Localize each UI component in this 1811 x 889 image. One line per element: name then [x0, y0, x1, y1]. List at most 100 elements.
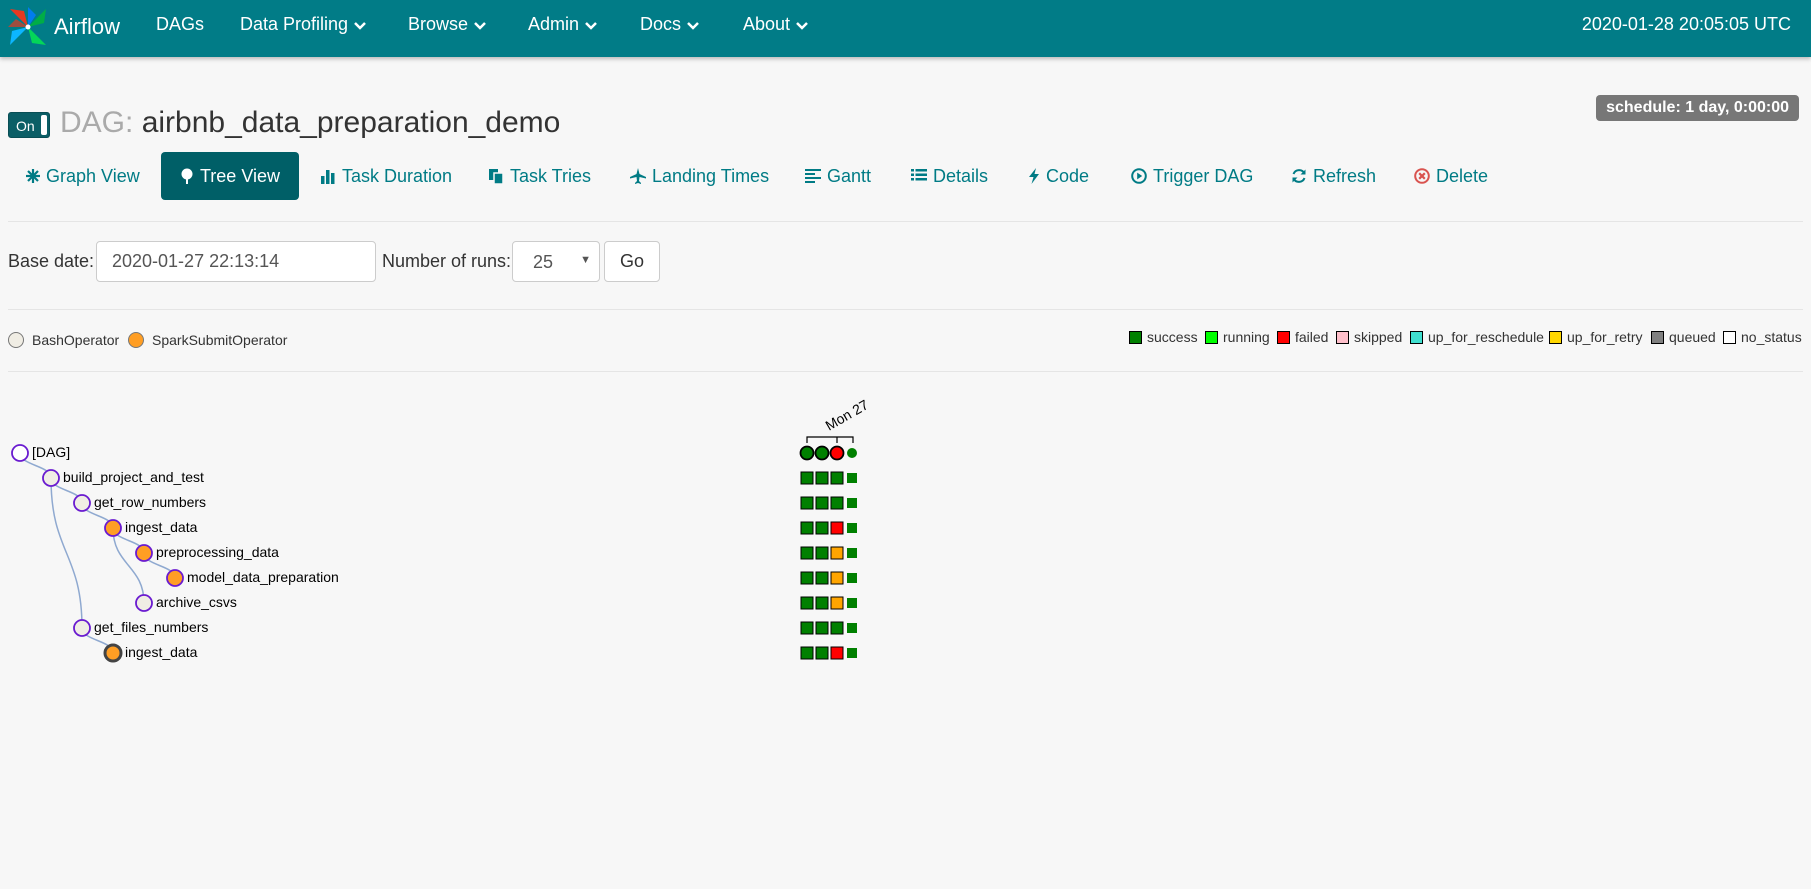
dag-run-circle[interactable]	[814, 445, 830, 461]
task-instance-square[interactable]	[830, 546, 844, 560]
task-instance-square[interactable]	[830, 646, 844, 660]
tab-gantt-label: Gantt	[827, 165, 872, 186]
task-label[interactable]: ingest_data	[125, 519, 197, 535]
nav-admin[interactable]: Admin	[528, 14, 597, 35]
task-instance-square[interactable]	[847, 498, 857, 508]
page-title: DAG: airbnb_data_preparation_demo	[60, 106, 560, 140]
task-instance-square[interactable]	[800, 571, 814, 585]
task-instance-square[interactable]	[800, 471, 814, 485]
dag-run-circle[interactable]	[829, 445, 845, 461]
tree-node[interactable]	[73, 494, 91, 512]
nav-about-label: About	[743, 14, 791, 34]
task-instance-square[interactable]	[815, 646, 829, 660]
task-label[interactable]: build_project_and_test	[63, 469, 204, 485]
task-instance-square[interactable]	[800, 621, 814, 635]
task-instance-square[interactable]	[830, 621, 844, 635]
tab-tree-view[interactable]: Tree View	[161, 152, 299, 200]
task-instance-square[interactable]	[830, 521, 844, 535]
task-instance-square[interactable]	[815, 621, 829, 635]
task-instance-square[interactable]	[847, 548, 857, 558]
tab-trigger-dag[interactable]: Trigger DAG	[1131, 152, 1253, 200]
tab-code[interactable]: Code	[1028, 152, 1089, 200]
state-color-swatch	[1723, 330, 1736, 344]
tab-landing-times[interactable]: Landing Times	[630, 152, 769, 200]
task-instance-square[interactable]	[815, 521, 829, 535]
task-label[interactable]: archive_csvs	[156, 594, 237, 610]
task-instance-square[interactable]	[800, 521, 814, 535]
tree-link	[112, 527, 145, 604]
state-color-swatch	[1129, 330, 1142, 344]
state-legend-queued: queued	[1651, 329, 1716, 345]
dag-run-circle[interactable]	[847, 448, 857, 458]
tree-node[interactable]	[73, 619, 91, 637]
task-label[interactable]: [DAG]	[32, 444, 70, 460]
dag-pause-toggle[interactable]: On	[8, 112, 50, 138]
duplicate-icon	[488, 168, 504, 184]
tab-trigger-dag-label: Trigger DAG	[1153, 165, 1254, 186]
task-instance-square[interactable]	[800, 596, 814, 610]
task-instance-square[interactable]	[847, 648, 857, 658]
task-instance-square[interactable]	[800, 646, 814, 660]
state-name: no_status	[1741, 329, 1802, 345]
date-header: Mon 27	[806, 396, 871, 443]
tab-details[interactable]: Details	[911, 152, 988, 200]
state-name: skipped	[1354, 329, 1403, 345]
task-instance-square[interactable]	[847, 598, 857, 608]
task-instance-square[interactable]	[830, 596, 844, 610]
tree-node[interactable]	[135, 544, 153, 562]
task-label[interactable]: ingest_data	[125, 644, 197, 660]
state-legend-running: running	[1205, 329, 1270, 345]
task-instance-square[interactable]	[815, 471, 829, 485]
task-instance-square[interactable]	[815, 546, 829, 560]
chevron-down-icon	[585, 14, 597, 35]
state-name: up_for_retry	[1567, 329, 1643, 345]
select-arrow-icon: ▼	[580, 254, 591, 266]
nav-browse[interactable]: Browse	[408, 14, 486, 35]
task-instance-square[interactable]	[847, 573, 857, 583]
task-instance-square[interactable]	[847, 623, 857, 633]
task-instance-square[interactable]	[815, 571, 829, 585]
task-instance-square[interactable]	[800, 546, 814, 560]
nav-dags[interactable]: DAGs	[156, 14, 204, 35]
base-date-input[interactable]	[96, 241, 376, 282]
task-label[interactable]: preprocessing_data	[156, 544, 279, 560]
tab-task-tries[interactable]: Task Tries	[488, 152, 591, 200]
asterisk-icon	[26, 169, 40, 183]
task-label[interactable]: get_row_numbers	[94, 494, 206, 510]
num-runs-select[interactable]: 25 ▼	[512, 241, 600, 282]
tree-node[interactable]	[104, 519, 122, 537]
nav-about[interactable]: About	[743, 14, 808, 35]
task-instance-square[interactable]	[800, 496, 814, 510]
task-label[interactable]: model_data_preparation	[187, 569, 339, 585]
tab-task-duration[interactable]: Task Duration	[320, 152, 452, 200]
tab-details-label: Details	[933, 165, 989, 186]
nav-data-profiling[interactable]: Data Profiling	[240, 14, 366, 35]
tree-node[interactable]	[135, 594, 153, 612]
task-instance-square[interactable]	[847, 523, 857, 533]
task-instance-square[interactable]	[830, 496, 844, 510]
task-label[interactable]: get_files_numbers	[94, 619, 208, 635]
task-instance-square[interactable]	[847, 473, 857, 483]
operator-name: SparkSubmitOperator	[152, 332, 288, 348]
dag-run-circle[interactable]	[799, 445, 815, 461]
task-instance-square[interactable]	[815, 596, 829, 610]
state-name: queued	[1669, 329, 1716, 345]
task-instance-square[interactable]	[815, 496, 829, 510]
tree-node[interactable]	[103, 643, 123, 663]
nav-docs[interactable]: Docs	[640, 14, 699, 35]
task-instance-square[interactable]	[830, 571, 844, 585]
brand[interactable]: Airflow	[6, 3, 120, 51]
go-button[interactable]: Go	[604, 241, 660, 282]
chevron-down-icon	[796, 14, 808, 35]
tree-node[interactable]	[166, 569, 184, 587]
tree-node[interactable]	[42, 469, 60, 487]
schedule-badge: schedule: 1 day, 0:00:00	[1596, 95, 1799, 121]
tab-gantt[interactable]: Gantt	[805, 152, 871, 200]
operator-name: BashOperator	[32, 332, 120, 348]
tab-graph-view[interactable]: Graph View	[26, 152, 140, 200]
tab-refresh-label: Refresh	[1313, 165, 1377, 186]
task-instance-square[interactable]	[830, 471, 844, 485]
tab-refresh[interactable]: Refresh	[1291, 152, 1376, 200]
tree-node[interactable]	[11, 444, 29, 462]
tab-delete[interactable]: Delete	[1414, 152, 1488, 200]
